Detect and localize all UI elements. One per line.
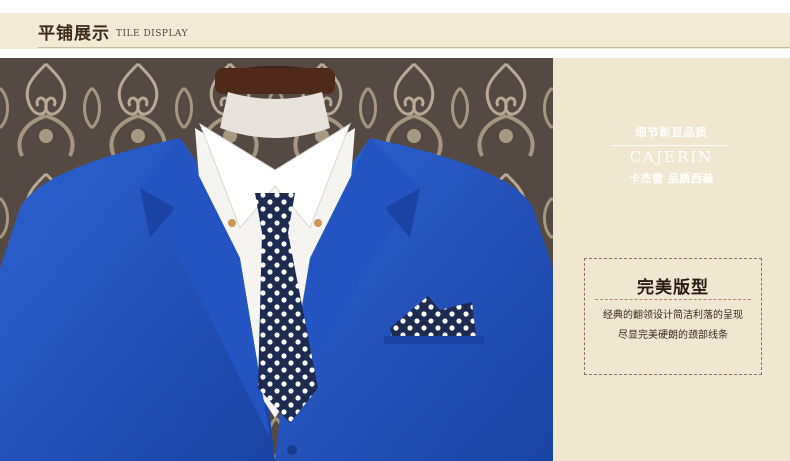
feature-divider (595, 299, 751, 300)
feature-description-line-2: 尽显完美硬朗的颈部线条 (618, 330, 728, 341)
suit-illustration-icon (0, 58, 553, 461)
section-header: 平铺展示 TILE DISPLAY (0, 0, 790, 58)
tagline-divider (611, 145, 729, 146)
section-title: 平铺展示 (38, 24, 110, 44)
feature-description-line-1: 经典的翻领设计简洁利落的呈现 (603, 310, 743, 321)
header-divider (38, 47, 790, 48)
feature-title: 完美版型 (637, 278, 709, 298)
feature-box: 完美版型 经典的翻领设计简洁利落的呈现 尽显完美硬朗的颈部线条 (584, 258, 762, 375)
section-subtitle: TILE DISPLAY (116, 29, 189, 39)
product-photo (0, 58, 553, 461)
quality-tagline: 细节彰显品质 (635, 126, 708, 139)
brand-name-cn: 卡杰雷 品质西装 (629, 172, 714, 185)
brand-name-en: CAJERIN (629, 148, 714, 166)
info-panel: 细节彰显品质 CAJERIN 卡杰雷 品质西装 完美版型 经典的翻领设计简洁利落… (553, 58, 790, 461)
